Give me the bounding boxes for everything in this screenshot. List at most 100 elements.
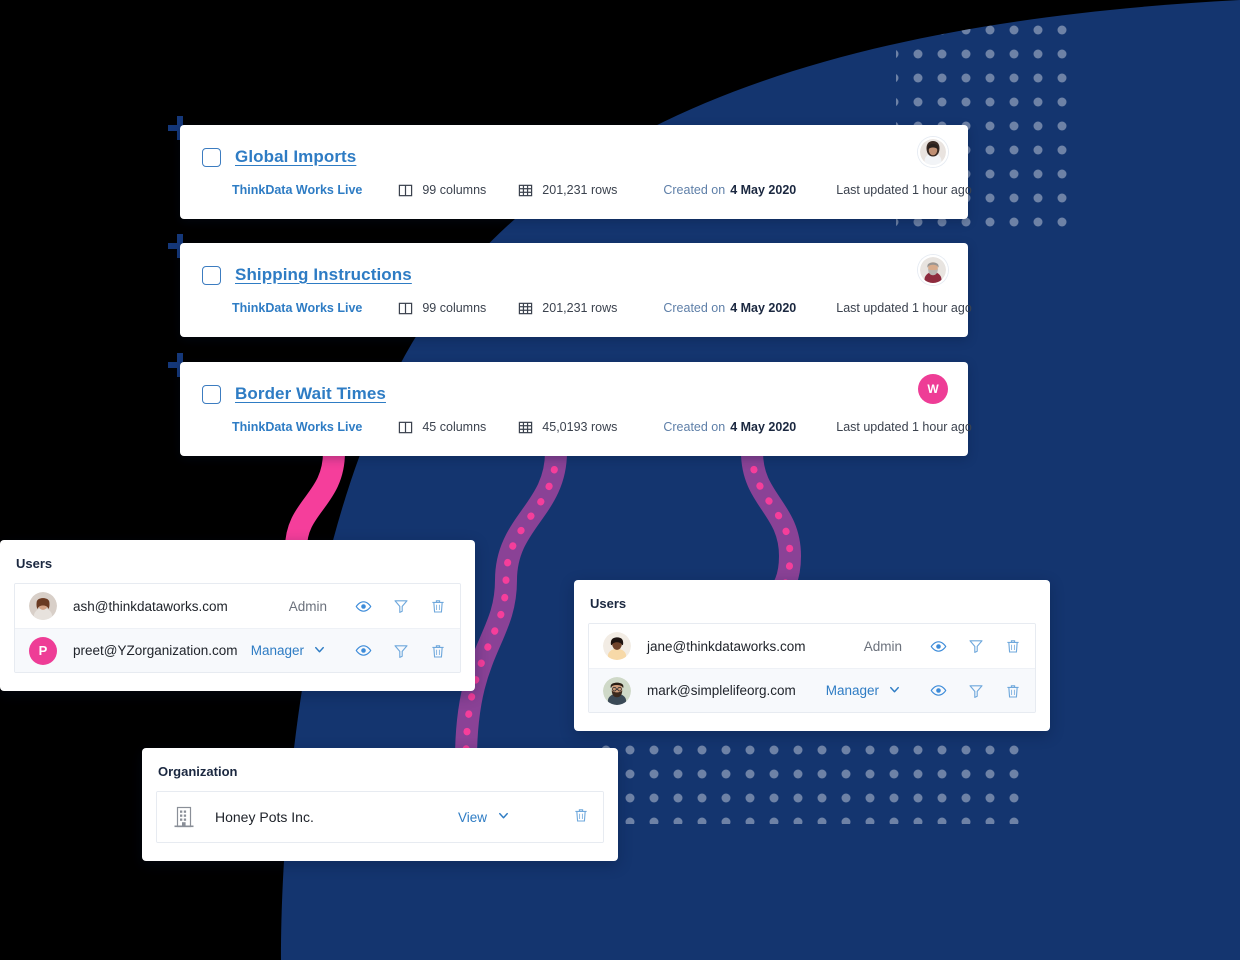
avatar-man-glasses-beard (603, 676, 631, 705)
dataset-source: ThinkData Works Live (232, 183, 363, 197)
filter-icon[interactable] (968, 638, 984, 654)
users-table: jane@thinkdataworks.com Admin mark@simpl… (588, 623, 1036, 713)
dataset-columns-label: 99 columns (422, 183, 487, 197)
created-on-value: 4 May 2020 (730, 183, 797, 197)
dataset-card[interactable]: Shipping Instructions ThinkData Works Li… (180, 243, 972, 337)
dataset-created: Created on 4 May 2020 (663, 420, 796, 434)
users-panel-left: Users ash@thinkdataworks.com Admin P pre… (0, 540, 475, 691)
user-email: jane@thinkdataworks.com (647, 638, 806, 654)
rows-icon (518, 301, 533, 316)
avatar-initial-label: P (38, 643, 48, 658)
dataset-card-meta: ThinkData Works Live 45 columns 45,0193 … (180, 404, 972, 462)
user-email: ash@thinkdataworks.com (73, 598, 228, 614)
avatar-initial-w: W (918, 374, 948, 404)
user-role-dropdown[interactable]: Manager (826, 682, 902, 700)
user-role: Admin (863, 638, 902, 654)
created-on-value: 4 May 2020 (730, 420, 797, 434)
building-icon (171, 804, 197, 830)
delete-icon[interactable] (430, 643, 446, 659)
dataset-columns-label: 99 columns (422, 301, 487, 315)
table-row[interactable]: P preet@YZorganization.com Manager (15, 628, 460, 672)
dataset-rows-label: 201,231 rows (542, 183, 618, 197)
organization-view-dropdown[interactable]: View (458, 808, 511, 826)
filter-icon[interactable] (393, 598, 409, 614)
dataset-card-header: Shipping Instructions (180, 243, 968, 285)
table-row[interactable]: Honey Pots Inc. View (157, 792, 603, 842)
dataset-updated: Last updated 1 hour ago (836, 183, 972, 197)
panel-title: Users (590, 596, 627, 611)
dataset-title-link[interactable]: Global Imports (235, 147, 356, 167)
dataset-rows: 45,0193 rows (518, 420, 617, 435)
dataset-created: Created on 4 May 2020 (663, 183, 796, 197)
dataset-checkbox[interactable] (202, 147, 221, 167)
created-on-label: Created on (663, 420, 726, 434)
columns-icon (398, 420, 413, 435)
chevron-down-icon (496, 808, 511, 826)
view-icon[interactable] (930, 682, 947, 699)
view-icon[interactable] (355, 598, 372, 615)
dataset-checkbox[interactable] (202, 384, 221, 404)
panel-title: Organization (158, 764, 238, 779)
avatar-man-grey-beard (918, 255, 948, 285)
dataset-rows-label: 45,0193 rows (542, 420, 618, 434)
avatar-initial-label: W (927, 382, 939, 396)
organization-name: Honey Pots Inc. (215, 809, 314, 825)
users-table: ash@thinkdataworks.com Admin P preet@YZo… (14, 583, 461, 673)
chevron-down-icon (312, 642, 327, 660)
row-actions (355, 598, 446, 615)
user-email: preet@YZorganization.com (73, 643, 238, 658)
table-row[interactable]: ash@thinkdataworks.com Admin (15, 584, 460, 628)
avatar-woman-brown-hair (29, 592, 57, 620)
delete-icon[interactable] (1005, 638, 1021, 654)
delete-icon[interactable] (1005, 683, 1021, 699)
user-role-dropdown[interactable]: Manager (251, 642, 327, 660)
dataset-updated: Last updated 1 hour ago (836, 420, 972, 434)
dataset-columns: 45 columns (398, 420, 486, 435)
users-panel-right: Users jane@thinkdataworks.com Admin mark… (574, 580, 1050, 731)
dataset-rows: 201,231 rows (518, 301, 617, 316)
dataset-title-link[interactable]: Shipping Instructions (235, 265, 412, 285)
dataset-card[interactable]: Border Wait Times W ThinkData Works Live… (180, 362, 972, 456)
dataset-source: ThinkData Works Live (232, 301, 363, 315)
row-actions (930, 638, 1021, 655)
dataset-columns-label: 45 columns (422, 420, 487, 434)
columns-icon (398, 301, 413, 316)
table-row[interactable]: mark@simplelifeorg.com Manager (589, 668, 1035, 712)
dataset-created: Created on 4 May 2020 (663, 301, 796, 315)
dataset-rows-label: 201,231 rows (542, 301, 618, 315)
user-role-label: Manager (825, 683, 879, 698)
dataset-source: ThinkData Works Live (232, 420, 363, 434)
user-role-label: Manager (250, 643, 304, 658)
avatar-initial-p: P (29, 636, 57, 665)
organization-panel: Organization Honey Pots Inc. View (142, 748, 618, 861)
dataset-card-header: Global Imports (180, 125, 968, 167)
filter-icon[interactable] (968, 683, 984, 699)
avatar-woman-smiling (603, 632, 631, 660)
user-email: mark@simplelifeorg.com (647, 683, 796, 698)
illustration-stage: Global Imports ThinkData Works Live 99 c… (0, 0, 1240, 960)
dataset-updated: Last updated 1 hour ago (836, 301, 972, 315)
created-on-value: 4 May 2020 (730, 301, 797, 315)
created-on-label: Created on (663, 301, 726, 315)
row-actions (355, 642, 446, 659)
user-role: Admin (288, 598, 327, 614)
rows-icon (518, 420, 533, 435)
dataset-title-link[interactable]: Border Wait Times (235, 384, 386, 404)
filter-icon[interactable] (393, 643, 409, 659)
dataset-columns: 99 columns (398, 301, 486, 316)
dataset-card[interactable]: Global Imports ThinkData Works Live 99 c… (180, 125, 972, 219)
dataset-rows: 201,231 rows (518, 183, 617, 198)
columns-icon (398, 183, 413, 198)
dataset-checkbox[interactable] (202, 265, 221, 285)
table-row[interactable]: jane@thinkdataworks.com Admin (589, 624, 1035, 668)
view-icon[interactable] (930, 638, 947, 655)
dataset-columns: 99 columns (398, 183, 486, 198)
delete-icon[interactable] (573, 807, 589, 828)
chevron-down-icon (887, 682, 902, 700)
delete-icon[interactable] (430, 598, 446, 614)
dataset-card-meta: ThinkData Works Live 99 columns 201,231 … (180, 167, 972, 225)
rows-icon (518, 183, 533, 198)
view-icon[interactable] (355, 642, 372, 659)
avatar-woman-dark-hair (918, 137, 948, 167)
row-actions (930, 682, 1021, 699)
